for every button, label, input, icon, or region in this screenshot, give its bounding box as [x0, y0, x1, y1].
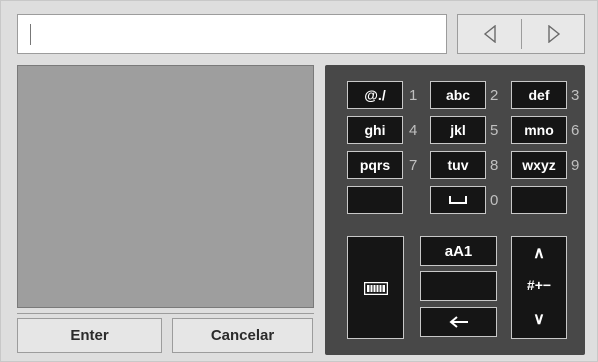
key-1-label: @./: [364, 87, 386, 103]
key-4-number: 4: [409, 122, 418, 139]
keyboard-icon: [364, 282, 388, 295]
key-3-number: 3: [571, 87, 580, 104]
key-7[interactable]: pqrs: [347, 151, 403, 179]
cursor-nav-group: [457, 14, 585, 54]
page-down-icon: ∨: [533, 311, 545, 328]
key-7-number: 7: [409, 157, 418, 174]
key-5-number: 5: [490, 122, 499, 139]
page-up-icon: ∧: [533, 245, 545, 262]
key-9-number: 9: [571, 157, 580, 174]
text-caret: [30, 24, 31, 45]
case-toggle-label: aA1: [444, 242, 473, 260]
triangle-right-icon: [547, 25, 560, 43]
key-3[interactable]: def: [511, 81, 567, 109]
key-0-space[interactable]: [430, 186, 486, 214]
key-blank-left[interactable]: [347, 186, 403, 214]
key-2[interactable]: abc: [430, 81, 486, 109]
key-4-label: ghi: [364, 122, 386, 138]
backspace-button[interactable]: [420, 307, 497, 337]
key-6-number: 6: [571, 122, 580, 139]
cancel-button-label: Cancelar: [210, 327, 275, 344]
key-7-label: pqrs: [359, 157, 391, 173]
enter-button[interactable]: Enter: [17, 318, 162, 353]
case-toggle-button[interactable]: aA1: [420, 236, 497, 266]
triangle-left-icon: [483, 25, 496, 43]
arrow-left-icon: [448, 316, 468, 328]
preview-area: [17, 65, 314, 308]
key-9[interactable]: wxyz: [511, 151, 567, 179]
key-6[interactable]: mno: [511, 116, 567, 144]
enter-button-label: Enter: [70, 327, 109, 344]
symbols-label: #+−: [526, 277, 552, 293]
key-1-number: 1: [409, 87, 418, 104]
key-8[interactable]: tuv: [430, 151, 486, 179]
key-9-label: wxyz: [522, 157, 556, 173]
key-8-label: tuv: [447, 157, 469, 173]
key-1[interactable]: @./: [347, 81, 403, 109]
cursor-left-button[interactable]: [458, 15, 521, 53]
symbols-page-button[interactable]: ∧ #+− ∨: [511, 236, 567, 339]
key-3-label: def: [528, 87, 550, 103]
key-blank-right[interactable]: [511, 186, 567, 214]
cancel-button[interactable]: Cancelar: [172, 318, 313, 353]
key-2-label: abc: [445, 87, 471, 103]
key-8-number: 8: [490, 157, 499, 174]
blank-middle-key[interactable]: [420, 271, 497, 301]
space-icon: [449, 196, 467, 204]
text-input-field[interactable]: [17, 14, 447, 54]
key-5-label: jkl: [450, 122, 466, 138]
key-6-label: mno: [524, 122, 554, 138]
cursor-right-button[interactable]: [522, 15, 585, 53]
key-0-number: 0: [490, 192, 499, 209]
keyboard-layout-button[interactable]: [347, 236, 404, 339]
divider: [17, 313, 314, 314]
key-4[interactable]: ghi: [347, 116, 403, 144]
keypad-panel: @./ 1 abc 2 def 3 ghi 4 jkl 5 mno 6 pqrs…: [325, 65, 585, 355]
key-5[interactable]: jkl: [430, 116, 486, 144]
key-2-number: 2: [490, 87, 499, 104]
